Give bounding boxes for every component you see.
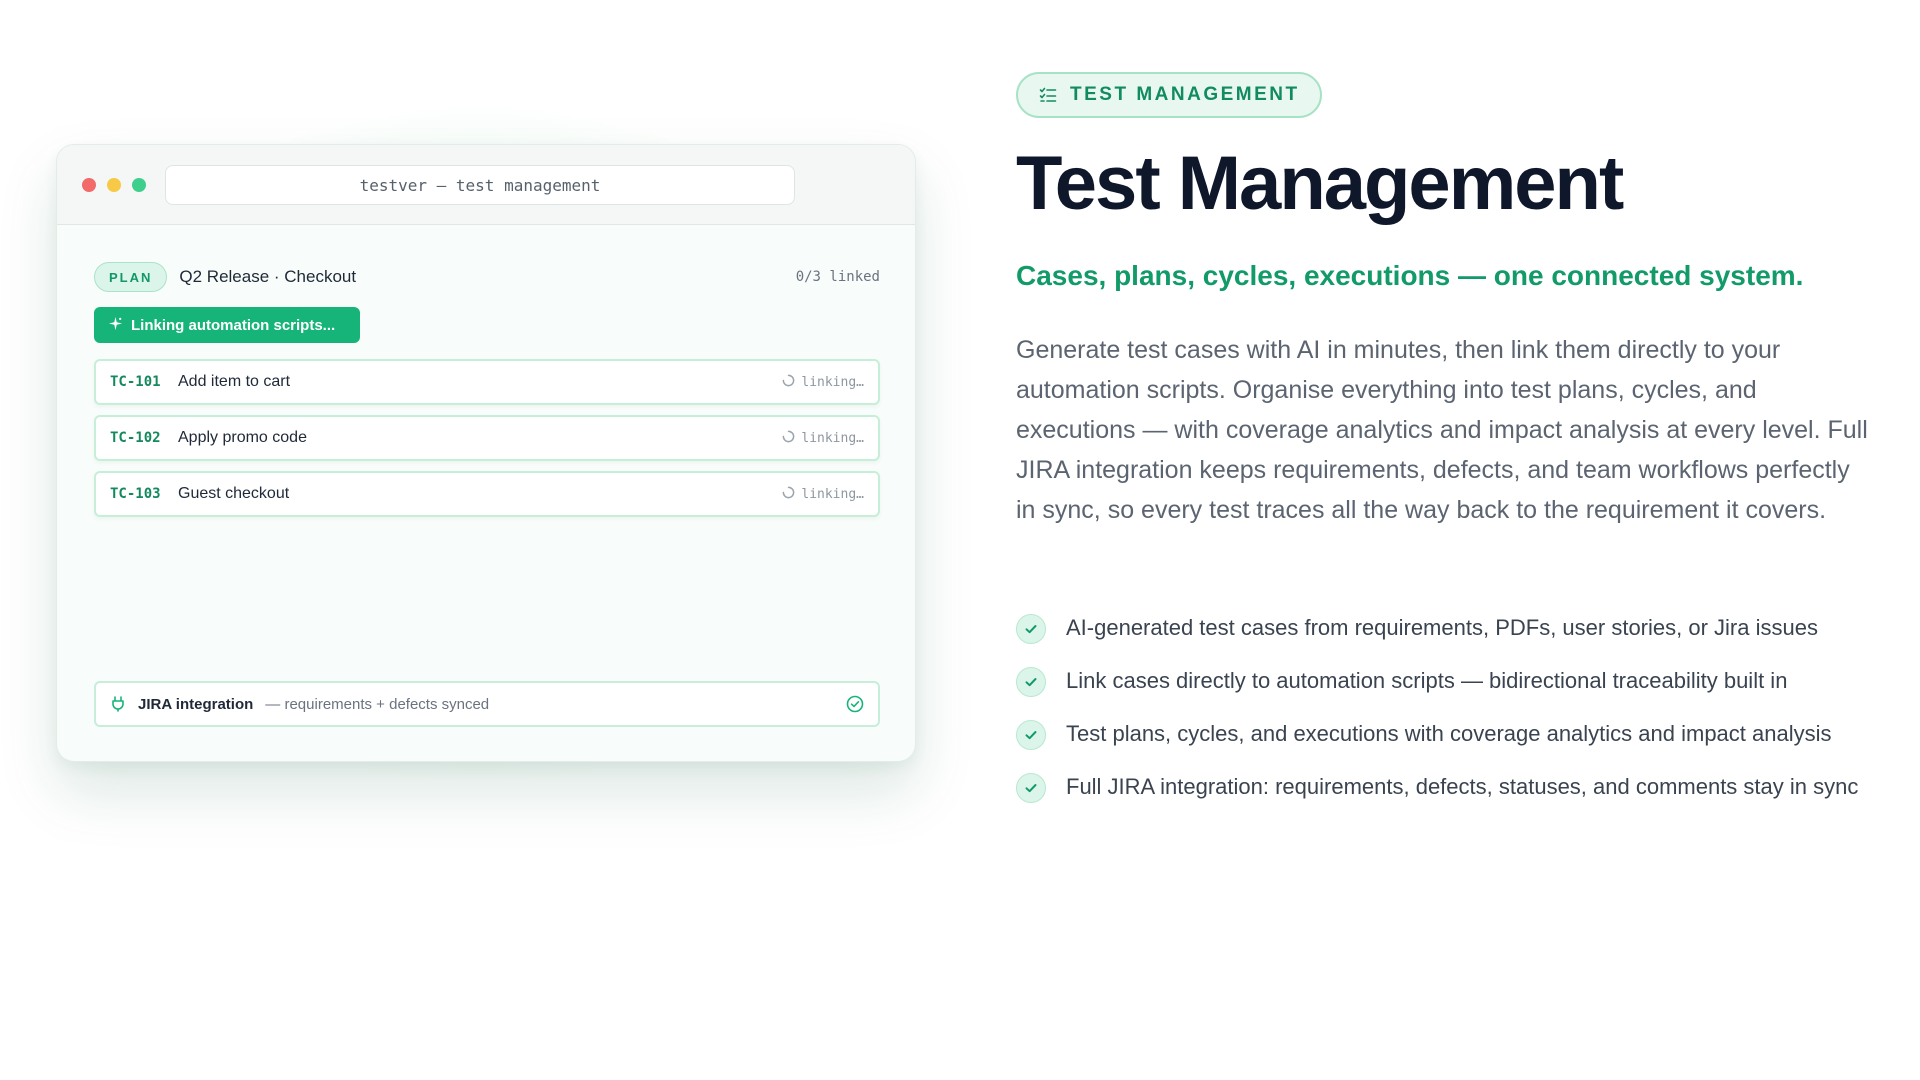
feature-text: Full JIRA integration: requirements, def… [1066, 774, 1859, 799]
check-icon [1016, 720, 1046, 750]
test-case-title: Add item to cart [178, 373, 291, 390]
check-icon [1016, 773, 1046, 803]
test-case-row[interactable]: TC-101 Add item to cart linking… [94, 359, 880, 405]
description: Generate test cases with AI in minutes, … [1016, 336, 1868, 524]
test-case-status-label: linking… [801, 486, 864, 502]
feature-text: AI-generated test cases from requirement… [1066, 615, 1818, 640]
close-window-dot[interactable] [82, 178, 96, 192]
jira-sync-status: — requirements + defects synced [265, 695, 490, 713]
jira-label: JIRA integration [138, 695, 254, 713]
feature-item: AI-generated test cases from requirement… [1016, 612, 1876, 644]
feature-item: Link cases directly to automation script… [1016, 665, 1876, 697]
plan-badge: PLAN [94, 262, 168, 292]
sparkle-icon [108, 316, 123, 335]
test-case-status: linking… [782, 374, 864, 391]
feature-text: Test plans, cycles, and executions with … [1066, 721, 1832, 746]
section-pill: TEST MANAGEMENT [1016, 72, 1322, 118]
test-case-title: Guest checkout [178, 485, 290, 502]
spinner-icon [782, 374, 795, 391]
spinner-icon [782, 430, 795, 447]
spinner-icon [782, 486, 795, 503]
check-icon [1016, 614, 1046, 644]
feature-text: Link cases directly to automation script… [1066, 668, 1788, 693]
window-titlebar: testver — test management [57, 145, 915, 225]
linking-automation-button[interactable]: Linking automation scripts... [94, 307, 360, 343]
test-case-status: linking… [782, 430, 864, 447]
test-case-id: TC-102 [110, 430, 161, 446]
test-case-status: linking… [782, 486, 864, 503]
section-pill-label: TEST MANAGEMENT [1070, 84, 1300, 105]
plug-icon [110, 696, 126, 712]
test-case-id: TC-103 [110, 486, 161, 502]
address-bar[interactable]: testver — test management [165, 165, 795, 205]
feature-item: Test plans, cycles, and executions with … [1016, 718, 1876, 750]
minimize-window-dot[interactable] [107, 178, 121, 192]
maximize-window-dot[interactable] [132, 178, 146, 192]
linked-count: 0/3 linked [795, 269, 880, 285]
check-circle-icon [846, 695, 864, 713]
feature-list: AI-generated test cases from requirement… [1016, 612, 1876, 824]
check-icon [1016, 667, 1046, 697]
tagline: Cases, plans, cycles, executions — one c… [1016, 260, 1804, 291]
checklist-icon [1038, 85, 1058, 105]
jira-integration-bar[interactable]: JIRA integration — requirements + defect… [94, 681, 880, 727]
test-case-row[interactable]: TC-103 Guest checkout linking… [94, 471, 880, 517]
test-case-status-label: linking… [801, 430, 864, 446]
linking-automation-label: Linking automation scripts... [131, 316, 336, 334]
page-title: Test Management [1016, 141, 1624, 226]
feature-item: Full JIRA integration: requirements, def… [1016, 771, 1876, 803]
plan-name: Q2 Release · Checkout [179, 267, 357, 286]
plan-header: PLAN Q2 Release · Checkout 0/3 linked [94, 261, 880, 293]
test-case-title: Apply promo code [178, 429, 307, 446]
test-case-status-label: linking… [801, 374, 864, 390]
app-window: testver — test management PLAN Q2 Releas… [56, 144, 916, 762]
test-case-row[interactable]: TC-102 Apply promo code linking… [94, 415, 880, 461]
test-case-id: TC-101 [110, 374, 161, 390]
